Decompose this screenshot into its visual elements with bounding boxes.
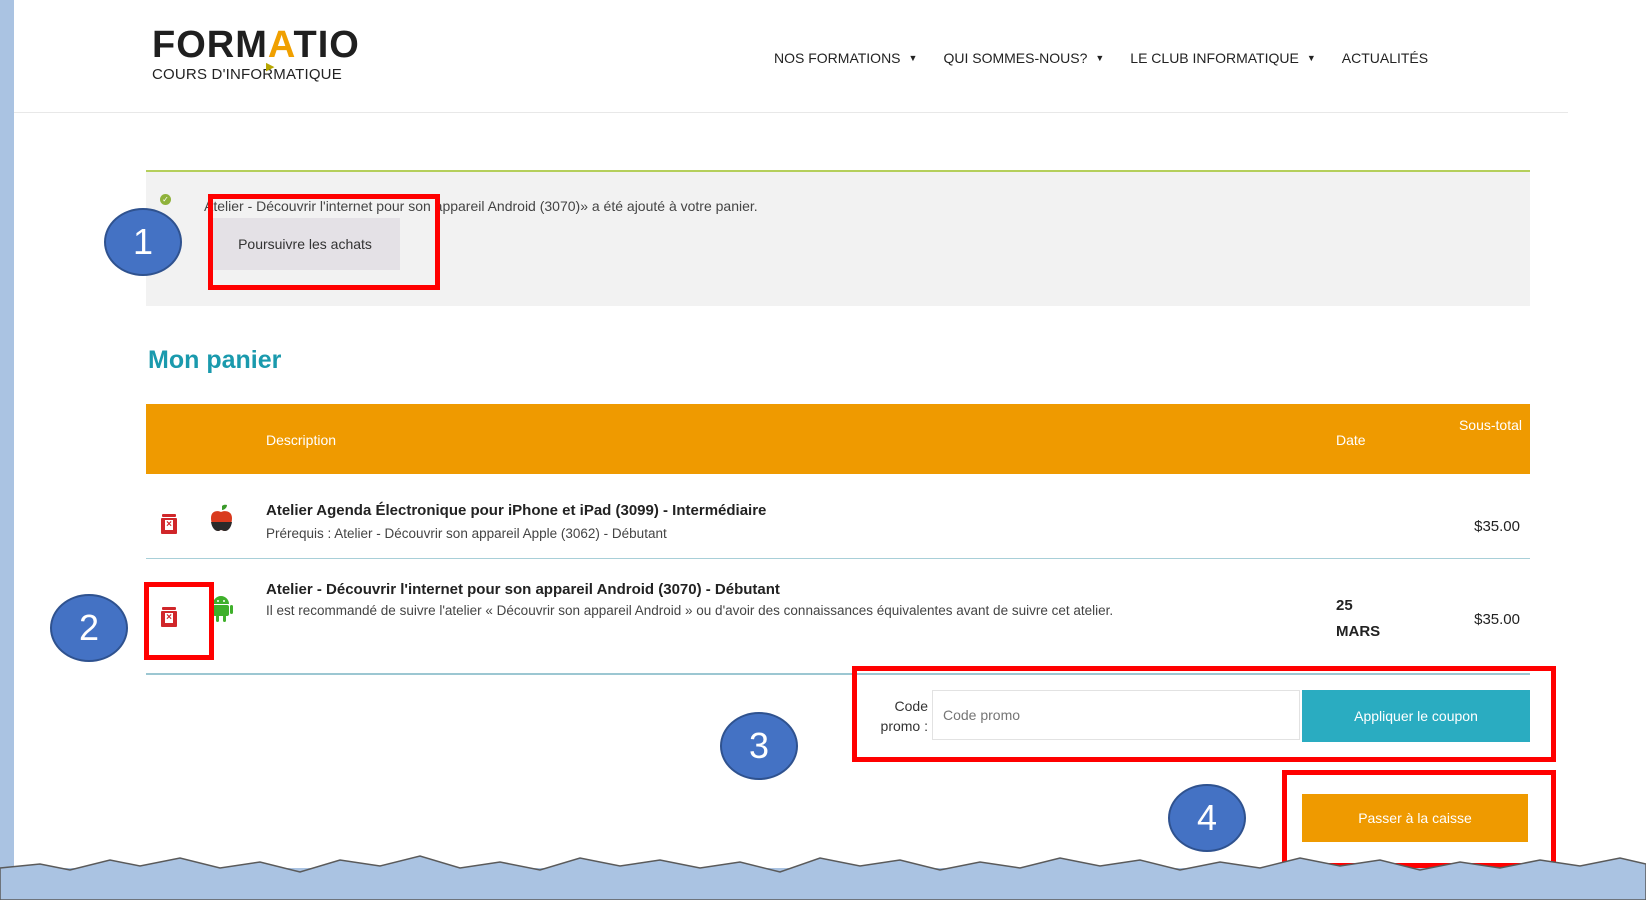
item-prerequisite: Prérequis : Atelier - Découvrir son appa… xyxy=(266,526,667,541)
logo-wordmark: FORMATIO xyxy=(152,24,360,66)
header-divider xyxy=(14,112,1568,113)
item-date-day: 25 xyxy=(1336,597,1353,614)
item-date-month: MARS xyxy=(1336,623,1381,640)
coupon-label: Code promo : xyxy=(880,698,928,734)
item-subtotal: $35.00 xyxy=(1474,518,1520,535)
step-badge-2: 2 xyxy=(50,594,128,662)
column-header-description: Description xyxy=(266,432,337,448)
caret-down-icon: ▼ xyxy=(1306,53,1316,63)
item-recommendation: Il est recommandé de suivre l'atelier « … xyxy=(266,603,1114,618)
nav-item-formations[interactable]: NOS FORMATIONS ▼ xyxy=(774,50,917,66)
torn-paper-edge xyxy=(0,855,1646,900)
caret-down-icon: ▼ xyxy=(908,53,918,63)
web-page: FORMATIO COURS D'INFORMATIQUE ▶ NOS FORM… xyxy=(14,0,1568,868)
notice-message: Atelier - Découvrir l'internet pour son … xyxy=(204,198,758,214)
cart-row: × Atelier - Découvrir l'internet pour so… xyxy=(146,559,1530,675)
cart-title: Mon panier xyxy=(148,346,282,374)
item-subtotal: $35.00 xyxy=(1474,611,1520,628)
continue-shopping-button[interactable]: Poursuivre les achats xyxy=(210,218,400,270)
mouse-cursor-icon: ▶ xyxy=(266,61,275,73)
column-header-subtotal: Sous-total xyxy=(1458,417,1522,433)
column-header-date: Date xyxy=(1336,432,1366,448)
cart-notice: ✓ Atelier - Découvrir l'internet pour so… xyxy=(146,170,1530,306)
step-badge-3: 3 xyxy=(720,712,798,780)
nav-item-club-informatique[interactable]: LE CLUB INFORMATIQUE ▼ xyxy=(1130,50,1315,66)
item-date: 25 MARS xyxy=(1336,593,1380,645)
cart-row: × Atelier Agenda Électronique pour iPhon… xyxy=(146,474,1530,559)
window-edge xyxy=(1568,0,1646,900)
cart-table: Description Date Sous-total × Atelier Ag… xyxy=(146,404,1530,675)
item-title[interactable]: Atelier Agenda Électronique pour iPhone … xyxy=(266,502,766,519)
nav-item-actualites[interactable]: ACTUALITÉS xyxy=(1342,50,1428,66)
apply-coupon-button[interactable]: Appliquer le coupon xyxy=(1302,690,1530,742)
main-navigation: NOS FORMATIONS ▼ QUI SOMMES-NOUS? ▼ LE CLU… xyxy=(774,50,1428,66)
cart-table-header: Description Date Sous-total xyxy=(146,404,1530,474)
coupon-code-input[interactable] xyxy=(932,690,1300,740)
remove-item-trash-icon[interactable]: × xyxy=(160,514,178,534)
caret-down-icon: ▼ xyxy=(1095,53,1105,63)
nav-item-qui-sommes-nous[interactable]: QUI SOMMES-NOUS? ▼ xyxy=(943,50,1104,66)
step-badge-1: 1 xyxy=(104,208,182,276)
checkout-button[interactable]: Passer à la caisse xyxy=(1302,794,1528,842)
logo-tagline: COURS D'INFORMATIQUE xyxy=(152,66,342,83)
android-icon xyxy=(209,596,233,622)
remove-item-trash-icon[interactable]: × xyxy=(160,607,178,627)
formatio-logo[interactable]: FORMATIO COURS D'INFORMATIQUE xyxy=(152,26,360,83)
apple-icon xyxy=(211,504,232,531)
item-title[interactable]: Atelier - Découvrir l'internet pour son … xyxy=(266,581,780,598)
check-circle-icon: ✓ xyxy=(160,194,171,205)
